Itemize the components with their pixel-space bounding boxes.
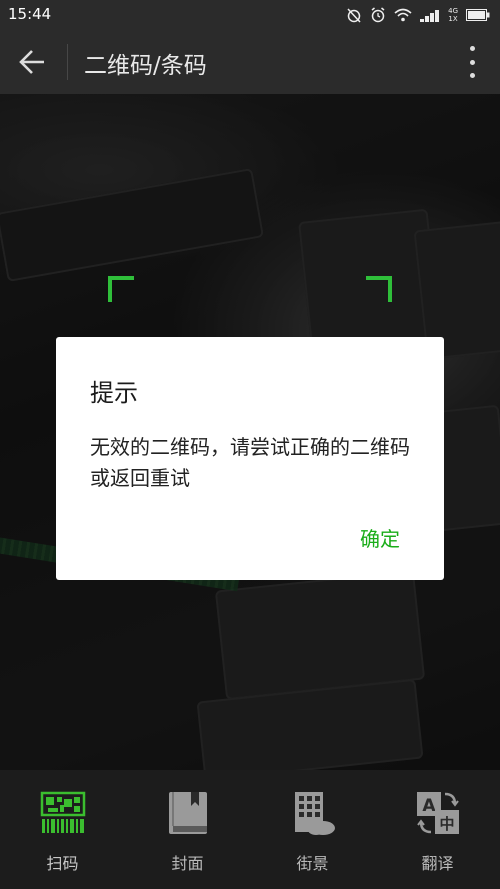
tab-street-view[interactable]: 街景 <box>250 770 375 889</box>
street-view-icon <box>294 792 335 835</box>
network-label-bottom: 1X <box>448 15 458 23</box>
svg-text:中: 中 <box>439 815 454 833</box>
tab-label: 翻译 <box>421 854 454 873</box>
scan-frame-corner <box>366 276 392 302</box>
signal-icon <box>420 10 440 22</box>
wifi-icon <box>394 8 412 22</box>
alarm-icon <box>371 7 385 23</box>
svg-text:A: A <box>422 796 436 816</box>
app-bar-divider <box>67 44 68 80</box>
dialog-title: 提示 <box>90 379 138 407</box>
bottom-tab-bar: 扫码 封面 街景 A 中 翻译 <box>0 770 500 889</box>
page-title: 二维码/条码 <box>84 53 207 79</box>
dialog-message: 无效的二维码，请尝试正确的二维码或返回重试 <box>90 435 410 490</box>
tab-scan[interactable]: 扫码 <box>0 770 125 889</box>
confirm-button[interactable]: 确定 <box>360 523 400 552</box>
alarm-off-icon <box>347 8 361 23</box>
alert-dialog: 提示 无效的二维码，请尝试正确的二维码或返回重试 确定 <box>56 337 444 580</box>
qr-barcode-icon <box>40 791 85 833</box>
network-type: 4G 1X <box>448 7 458 23</box>
tab-label: 封面 <box>171 854 204 873</box>
tab-translate[interactable]: A 中 翻译 <box>375 770 500 889</box>
more-vertical-icon[interactable] <box>468 46 476 78</box>
translate-icon: A 中 <box>416 792 459 834</box>
tab-cover[interactable]: 封面 <box>125 770 250 889</box>
status-bar: 15:44 4G 1X <box>0 0 500 30</box>
tab-label: 扫码 <box>46 854 79 873</box>
scan-frame-corner <box>108 276 134 302</box>
app-bar: 二维码/条码 <box>0 30 500 94</box>
arrow-left-icon[interactable] <box>16 46 52 78</box>
status-time: 15:44 <box>8 5 52 23</box>
tab-label: 街景 <box>296 854 329 873</box>
status-icons: 4G 1X <box>346 4 490 26</box>
battery-icon <box>466 9 490 21</box>
network-label-top: 4G <box>448 7 458 15</box>
book-icon <box>168 792 207 834</box>
